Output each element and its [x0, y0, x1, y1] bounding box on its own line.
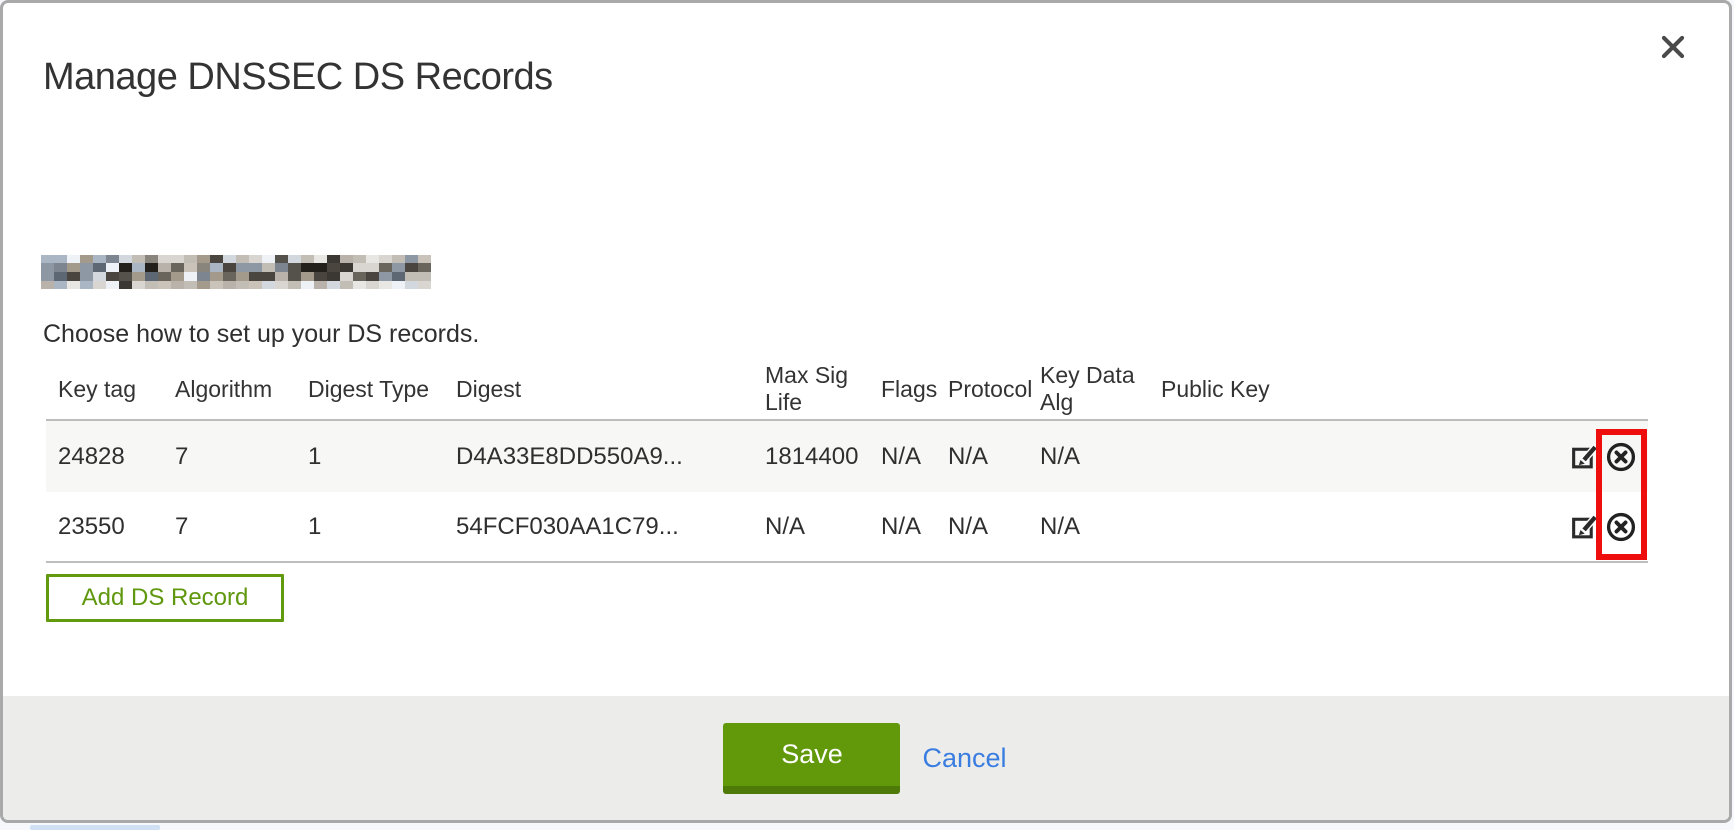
cell-key-tag: 24828 — [46, 443, 175, 471]
cell-protocol: N/A — [948, 443, 1040, 471]
edit-record-icon — [1569, 441, 1600, 472]
cell-flags: N/A — [881, 443, 948, 471]
cell-protocol: N/A — [948, 513, 1040, 541]
col-header-key-tag: Key tag — [46, 376, 175, 403]
col-header-flags: Flags — [881, 376, 948, 403]
col-header-key-data-alg: Key Data Alg — [1040, 362, 1161, 416]
cell-max-sig-life: 1814400 — [765, 443, 881, 471]
delete-record-icon — [1605, 511, 1637, 543]
delete-record-button[interactable] — [1604, 440, 1638, 474]
cell-algorithm: 7 — [175, 513, 308, 541]
background-page-fragment — [30, 825, 160, 830]
cell-key-data-alg: N/A — [1040, 513, 1161, 541]
manage-dnssec-ds-records-dialog: Manage DNSSEC DS Records Choose how to s… — [0, 0, 1732, 823]
col-header-algorithm: Algorithm — [175, 376, 308, 403]
add-ds-record-button[interactable]: Add DS Record — [46, 574, 284, 622]
table-row: 24828 7 1 D4A33E8DD550A9... 1814400 N/A … — [46, 421, 1648, 492]
col-header-digest: Digest — [456, 376, 765, 403]
save-button[interactable]: Save — [723, 723, 900, 794]
col-header-public-key: Public Key — [1161, 376, 1648, 403]
cell-digest: D4A33E8DD550A9... — [456, 443, 765, 471]
edit-record-icon — [1569, 511, 1600, 542]
table-header-row: Key tag Algorithm Digest Type Digest Max… — [46, 359, 1648, 421]
col-header-max-sig-life: Max Sig Life — [765, 362, 881, 416]
cell-algorithm: 7 — [175, 443, 308, 471]
edit-record-button[interactable] — [1568, 440, 1601, 473]
delete-record-icon — [1605, 441, 1637, 473]
ds-records-table: Key tag Algorithm Digest Type Digest Max… — [46, 359, 1648, 563]
close-button[interactable] — [1651, 25, 1695, 69]
cell-key-data-alg: N/A — [1040, 443, 1161, 471]
cell-actions — [1161, 440, 1648, 474]
cell-key-tag: 23550 — [46, 513, 175, 541]
delete-record-button[interactable] — [1604, 510, 1638, 544]
instruction-text: Choose how to set up your DS records. — [43, 320, 479, 349]
table-row: 23550 7 1 54FCF030AA1C79... N/A N/A N/A … — [46, 492, 1648, 563]
dialog-title: Manage DNSSEC DS Records — [43, 56, 553, 99]
cell-digest-type: 1 — [308, 443, 456, 471]
cell-digest-type: 1 — [308, 513, 456, 541]
edit-record-button[interactable] — [1568, 510, 1601, 543]
dialog-footer: Save Cancel — [3, 696, 1729, 820]
cancel-link[interactable]: Cancel — [920, 743, 1008, 774]
col-header-digest-type: Digest Type — [308, 376, 456, 403]
cell-digest: 54FCF030AA1C79... — [456, 513, 765, 541]
col-header-protocol: Protocol — [948, 376, 1040, 403]
cell-flags: N/A — [881, 513, 948, 541]
close-icon — [1657, 31, 1689, 63]
cell-max-sig-life: N/A — [765, 513, 881, 541]
domain-name-redacted — [41, 255, 431, 289]
cell-actions — [1161, 510, 1648, 544]
